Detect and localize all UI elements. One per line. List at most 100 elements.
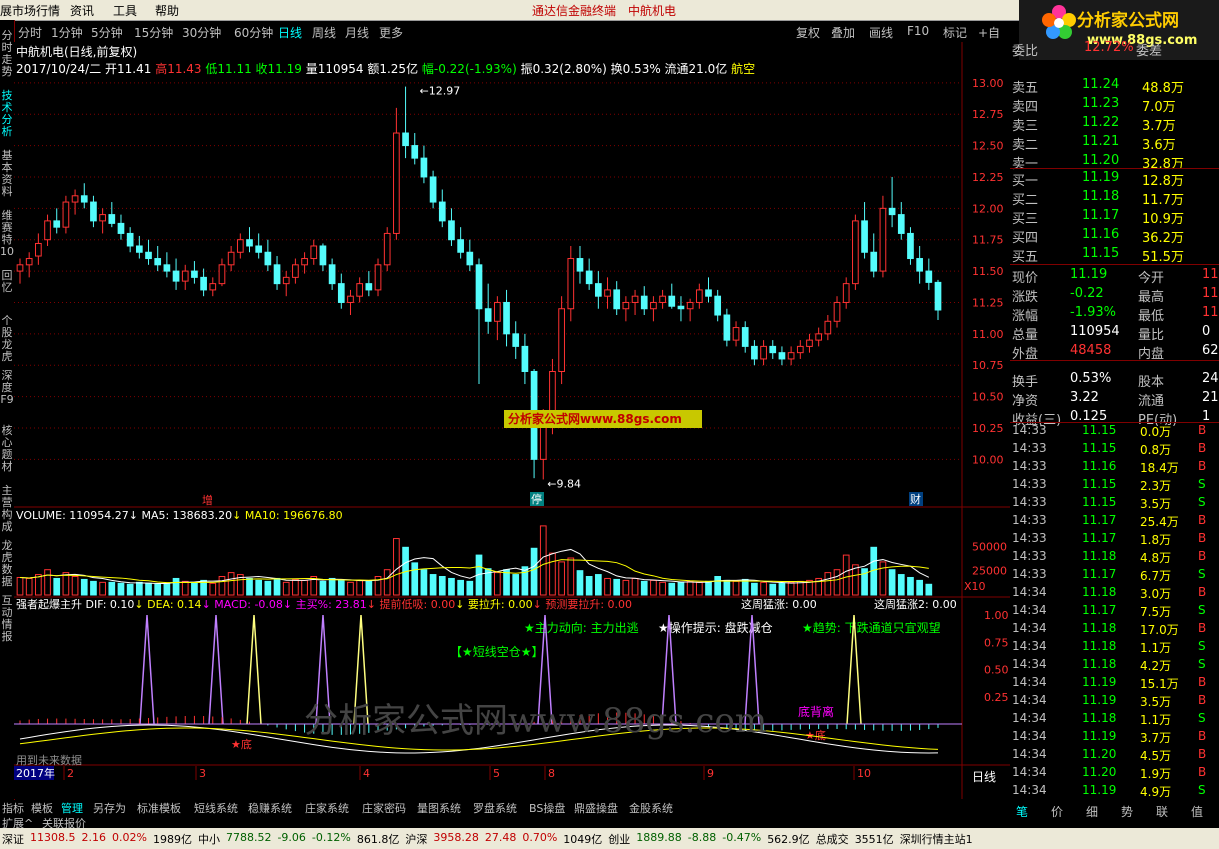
bid-row-1: 买二 11.18 11.7万 [1010, 189, 1219, 208]
month-label-5: 9 [707, 767, 714, 780]
candle-body [594, 283, 602, 297]
period-2[interactable]: 5分钟 [91, 24, 123, 41]
quote-footer-tab-3[interactable]: 势 [1121, 803, 1133, 820]
divider-bidask [1010, 168, 1219, 169]
tick-vol: 3.5万 [1140, 497, 1172, 511]
stock-info-3: 低11.11 [202, 62, 252, 76]
tick-time: 14:34 [1012, 675, 1047, 689]
period-9[interactable]: 更多 [379, 24, 403, 41]
quote-footer-tab-1[interactable]: 价 [1051, 803, 1063, 820]
volume-bar [163, 582, 171, 596]
price-axis-label-1: 12.75 [972, 108, 1004, 121]
left-tab-2[interactable]: 基本资料 [0, 150, 14, 198]
volume-bar [530, 547, 538, 596]
left-tab-4[interactable]: 回忆 [0, 270, 14, 294]
period-6[interactable]: 日线 [278, 24, 302, 41]
candle-body [695, 289, 703, 303]
stat-row-0: 现价 11.19 今开 11 [1010, 267, 1219, 286]
ask-price-3: 11.21 [1082, 134, 1120, 149]
period-4[interactable]: 30分钟 [182, 24, 221, 41]
toolbar-btn-0[interactable]: 复权 [796, 24, 820, 41]
candle-body [907, 232, 914, 260]
candle-body [135, 245, 143, 253]
tick-price: 11.17 [1082, 513, 1117, 527]
month-label-4: 8 [548, 767, 555, 780]
quote-footer-tab-0[interactable]: 笔 [1016, 803, 1028, 820]
menu-tools[interactable]: 工具 [113, 2, 137, 19]
stat-value-1: -0.22 [1070, 286, 1104, 301]
left-tab-9[interactable]: 龙虎数据 [0, 540, 14, 588]
bid-label-0: 买一 [1012, 174, 1039, 189]
menu-info[interactable]: 资讯 [70, 2, 94, 19]
indicator-text-1: ★主力动向: 主力出逃 [524, 620, 639, 635]
indicator-axis-label-3: 0.25 [984, 691, 1009, 704]
period-1[interactable]: 1分钟 [51, 24, 83, 41]
left-tab-10[interactable]: 互动情报 [0, 595, 14, 643]
menu-market[interactable]: 展市场行情 [0, 2, 60, 19]
volume-bar [760, 581, 767, 596]
quote-footer-tab-4[interactable]: 联 [1156, 803, 1168, 820]
toolbar-btn-4[interactable]: 标记 [943, 24, 967, 41]
tick-vol: 3.0万 [1140, 587, 1172, 601]
bid-vol-4: 51.5万 [1142, 250, 1184, 265]
stat-value2-0: 11 [1202, 267, 1219, 282]
candle-body [209, 283, 217, 291]
stat-label2-1: 最高 [1138, 290, 1165, 305]
volume-bar [44, 569, 51, 596]
tick-vol: 15.1万 [1140, 677, 1179, 691]
candle-body [842, 283, 850, 303]
period-7[interactable]: 周线 [312, 24, 336, 41]
candle-body [181, 270, 189, 282]
status-item-2: 2.16 [81, 831, 107, 844]
candle-body [659, 295, 666, 303]
stock-info-0: 2017/10/24/二 [16, 62, 101, 76]
tick-side: B [1198, 549, 1207, 563]
volume-bar [393, 538, 400, 596]
period-3[interactable]: 15分钟 [134, 24, 173, 41]
volume-bar [769, 583, 777, 596]
candle-body [393, 132, 400, 234]
ask-price-2: 11.22 [1082, 115, 1120, 130]
toolbar-btn-2[interactable]: 画线 [869, 24, 893, 41]
period-0[interactable]: 分时 [18, 24, 42, 41]
toolbar-btn-3[interactable]: F10 [907, 24, 929, 38]
volume-bar [319, 580, 327, 596]
left-tab-7[interactable]: 核心题材 [0, 425, 14, 473]
tick-vol: 0.0万 [1140, 425, 1172, 439]
left-tab-3[interactable]: 维赛特10 [0, 210, 14, 258]
stat-label-0: 现价 [1012, 271, 1039, 286]
chart-area[interactable]: 13.00 12.75 12.50 12.25 12.00 11.75 11.50 11.25… [14, 42, 1010, 799]
weibi-value: 12.72% [1084, 40, 1134, 55]
tick-side: B [1198, 747, 1207, 761]
candle-body [879, 207, 887, 272]
quote-footer-tab-2[interactable]: 细 [1086, 803, 1098, 820]
stock-info-5: 量110954 [302, 62, 364, 76]
menu-help[interactable]: 帮助 [155, 2, 179, 19]
period-5[interactable]: 60分钟 [234, 24, 273, 41]
weibi-label: 委比 [1012, 44, 1039, 59]
left-tab-6[interactable]: 深度F9 [0, 370, 14, 406]
indicator-axis-label-2: 0.50 [984, 664, 1009, 677]
candle-body [925, 270, 933, 283]
candle-body [347, 295, 354, 303]
status-bar: 深证 11308.5 2.16 0.02% 1989亿 中小 7788.52 -9.06 -0.… [0, 828, 1219, 849]
candle-body [328, 264, 336, 285]
stat-label-5: 换手 [1012, 375, 1039, 390]
status-item-12: 27.48 [484, 831, 517, 844]
tick-side: B [1198, 621, 1207, 635]
tick-vol: 1.1万 [1140, 713, 1172, 727]
status-item-13: 0.70% [522, 831, 558, 844]
left-tab-1[interactable]: 技术分析 [0, 90, 14, 138]
stat-label2-5: 股本 [1138, 375, 1165, 390]
quote-footer-tab-5[interactable]: 值 [1191, 803, 1203, 820]
period-8[interactable]: 月线 [345, 24, 369, 41]
tick-row-12: 14:34 11.18 1.1万 S [1010, 639, 1219, 657]
toolbar-btn-1[interactable]: 叠加 [831, 24, 855, 41]
volume-bar [659, 581, 666, 596]
left-tab-8[interactable]: 主营构成 [0, 485, 14, 533]
left-tab-5[interactable]: 个股龙虎 [0, 315, 14, 363]
price-axis-label-10: 10.50 [972, 391, 1004, 404]
candle-body [751, 345, 758, 360]
left-tab-0[interactable]: 分时走势 [0, 30, 14, 78]
stat-label2-2: 最低 [1138, 309, 1165, 324]
